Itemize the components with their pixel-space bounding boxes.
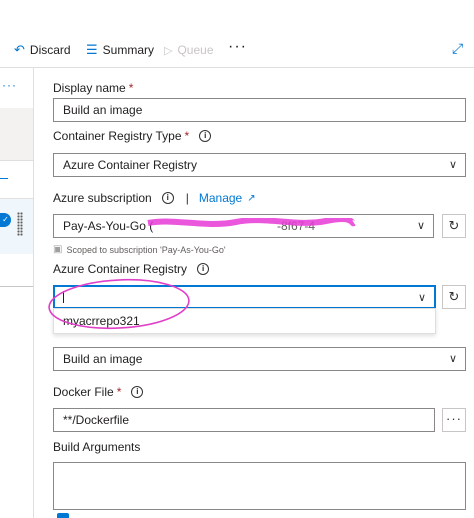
refresh-icon: ↻: [448, 218, 460, 233]
left-divider-line: [0, 160, 33, 161]
acr-option-label: myacrrepo321: [63, 314, 140, 328]
subscription-value: Pay-As-You-Go (: [63, 219, 154, 233]
chevron-down-icon: ∨: [417, 292, 426, 304]
chevron-down-icon: ∨: [448, 353, 457, 365]
display-name-input[interactable]: Build an image: [53, 98, 466, 122]
display-name-value: Build an image: [63, 103, 143, 117]
manage-link[interactable]: Manage ↗: [199, 191, 256, 205]
build-arguments-label: Build Arguments: [53, 440, 140, 454]
toolbar: ↶ Discard ☰ Summary ▷ Queue ··· ⤢: [0, 34, 474, 66]
scoped-note: ▣ Scoped to subscription 'Pay-As-You-Go': [53, 244, 226, 255]
build-arguments-label-text: Build Arguments: [53, 440, 141, 454]
discard-label: Discard: [29, 43, 71, 57]
discard-button[interactable]: ↶ Discard: [14, 38, 71, 62]
browse-file-button[interactable]: ···: [442, 408, 466, 432]
docker-file-value: **/Dockerfile: [63, 413, 130, 427]
build-arguments-textarea[interactable]: [53, 462, 466, 510]
docker-file-label: Docker File * i: [53, 385, 144, 399]
docker-file-label-text: Docker File: [53, 385, 114, 399]
registry-type-label-text: Container Registry Type: [53, 129, 182, 143]
lock-icon: ▣: [53, 244, 63, 255]
play-icon: ▷: [164, 44, 173, 57]
required-marker: *: [116, 385, 122, 399]
registry-type-label: Container Registry Type * i: [53, 129, 212, 143]
info-icon[interactable]: i: [161, 192, 174, 204]
list-icon: ☰: [86, 42, 98, 57]
summary-label: Summary: [102, 43, 154, 57]
drag-handle-icon[interactable]: [17, 212, 23, 236]
registry-type-value: Azure Container Registry: [63, 158, 198, 172]
command-value: Build an image: [63, 352, 143, 366]
info-icon[interactable]: i: [131, 386, 144, 398]
acr-dropdown-option[interactable]: myacrrepo321: [53, 308, 436, 334]
left-panel-more-button[interactable]: ···: [2, 78, 17, 92]
acr-combobox-input[interactable]: ∨: [53, 285, 436, 309]
required-marker: *: [184, 129, 190, 143]
undo-icon: ↶: [14, 42, 25, 57]
chevron-down-icon: ∨: [448, 159, 457, 171]
refresh-icon: ↻: [448, 289, 460, 304]
registry-type-select[interactable]: Azure Container Registry ∨: [53, 153, 466, 177]
chevron-down-icon: ∨: [416, 220, 425, 232]
panel-divider: [33, 68, 34, 518]
refresh-button[interactable]: ↻: [442, 285, 466, 309]
acr-label: Azure Container Registry i: [53, 262, 210, 276]
queue-button[interactable]: ▷ Queue: [164, 38, 214, 62]
required-marker: *: [128, 81, 134, 95]
subscription-label: Azure subscription i | Manage ↗: [53, 191, 256, 205]
more-actions-button[interactable]: ···: [228, 38, 247, 56]
checkbox[interactable]: [57, 513, 69, 518]
expand-icon[interactable]: ⤢: [452, 40, 463, 57]
left-panel-item[interactable]: [0, 108, 33, 160]
info-icon[interactable]: i: [199, 130, 212, 142]
manage-link-label: Manage: [198, 191, 243, 205]
display-name-label: Display name *: [53, 81, 133, 95]
left-divider-line: [0, 286, 33, 287]
external-link-icon: ↗: [247, 192, 256, 204]
redaction-scribble: [147, 218, 356, 227]
subscription-label-text: Azure subscription: [53, 191, 152, 205]
docker-file-input[interactable]: **/Dockerfile: [53, 408, 435, 432]
queue-label: Queue: [177, 43, 214, 57]
text-cursor: [63, 291, 64, 303]
label-separator: |: [185, 191, 189, 205]
left-dash-mark: [0, 178, 8, 179]
refresh-button[interactable]: ↻: [442, 214, 466, 238]
command-select[interactable]: Build an image ∨: [53, 347, 466, 371]
display-name-label-text: Display name: [53, 81, 126, 95]
info-icon[interactable]: i: [197, 263, 210, 275]
scoped-note-text: Scoped to subscription 'Pay-As-You-Go': [66, 244, 226, 255]
acr-label-text: Azure Container Registry: [53, 262, 188, 276]
toolbar-divider: [0, 67, 474, 68]
summary-button[interactable]: ☰ Summary: [86, 38, 154, 62]
